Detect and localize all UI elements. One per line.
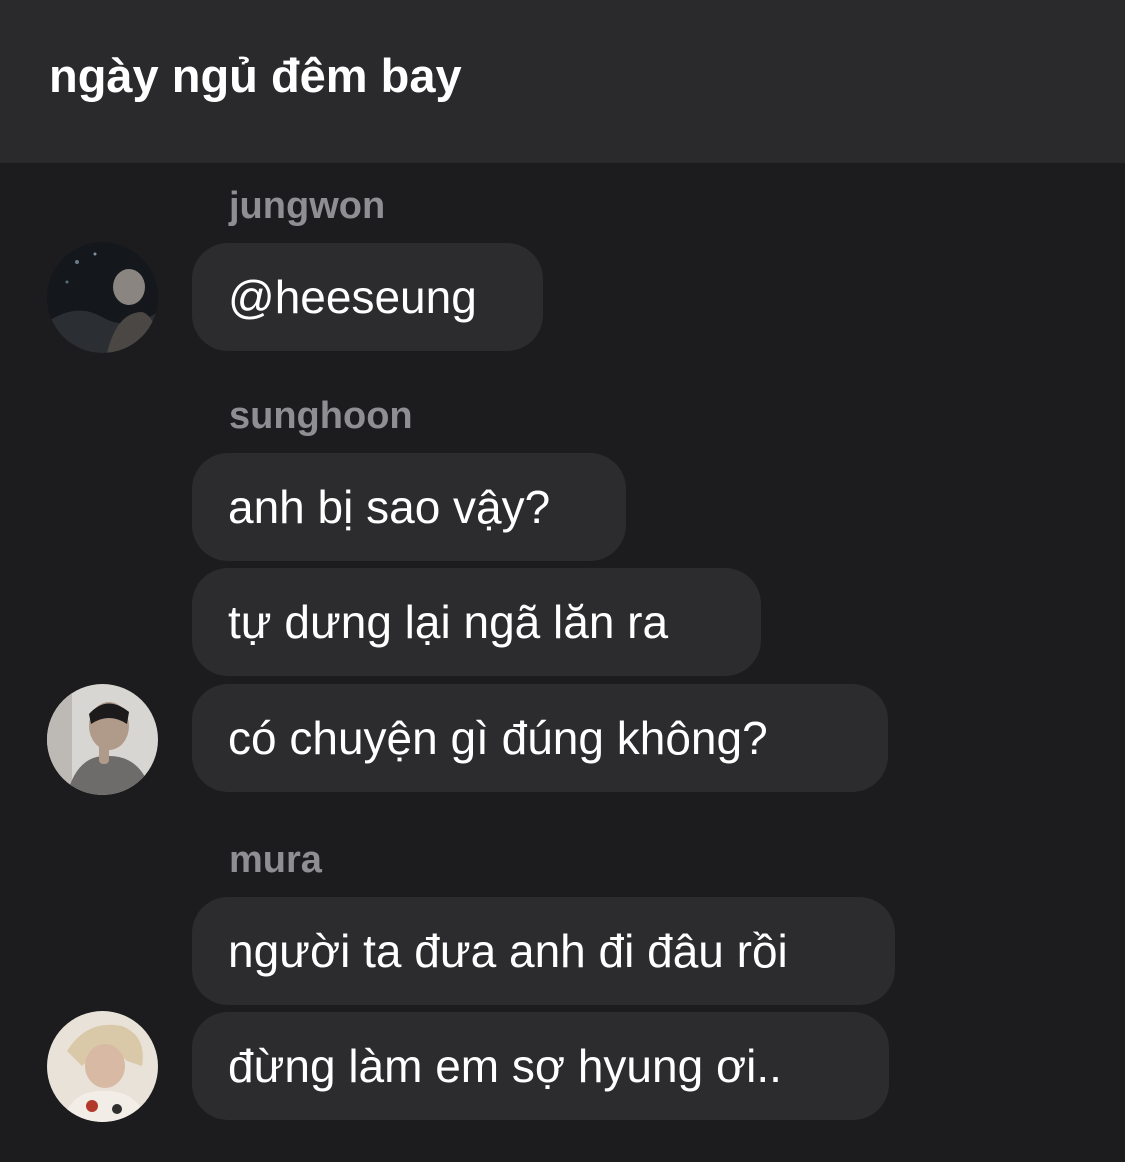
message-text: @heeseung bbox=[228, 271, 477, 323]
message-bubble[interactable]: @heeseung bbox=[192, 243, 543, 351]
message-text: tự dưng lại ngã lăn ra bbox=[228, 596, 669, 648]
message-bubble[interactable]: tự dưng lại ngã lăn ra bbox=[192, 568, 761, 676]
message-text: anh bị sao vậy? bbox=[228, 481, 551, 533]
sender-name-jungwon[interactable]: jungwon bbox=[229, 183, 385, 229]
message-bubble[interactable]: anh bị sao vậy? bbox=[192, 453, 626, 561]
sender-name-sunghoon[interactable]: sunghoon bbox=[229, 393, 413, 439]
mura-avatar[interactable] bbox=[47, 1011, 158, 1122]
chat-title[interactable]: ngày ngủ đêm bay bbox=[49, 46, 462, 106]
message-bubble[interactable]: có chuyện gì đúng không? bbox=[192, 684, 888, 792]
sender-name-mura[interactable]: mura bbox=[229, 837, 322, 883]
chat-header: ngày ngủ đêm bay bbox=[0, 0, 1125, 163]
message-list[interactable]: jungwon @heeseung sunghoon anh bị sao vậ… bbox=[0, 163, 1125, 1162]
message-bubble[interactable]: đừng làm em sợ hyung ơi.. bbox=[192, 1012, 889, 1120]
sunghoon-avatar[interactable] bbox=[47, 684, 158, 795]
message-text: đừng làm em sợ hyung ơi.. bbox=[228, 1040, 782, 1092]
jungwon-avatar[interactable] bbox=[47, 242, 158, 353]
message-bubble[interactable]: người ta đưa anh đi đâu rồi bbox=[192, 897, 895, 1005]
message-text: người ta đưa anh đi đâu rồi bbox=[228, 925, 788, 977]
message-text: có chuyện gì đúng không? bbox=[228, 712, 768, 764]
